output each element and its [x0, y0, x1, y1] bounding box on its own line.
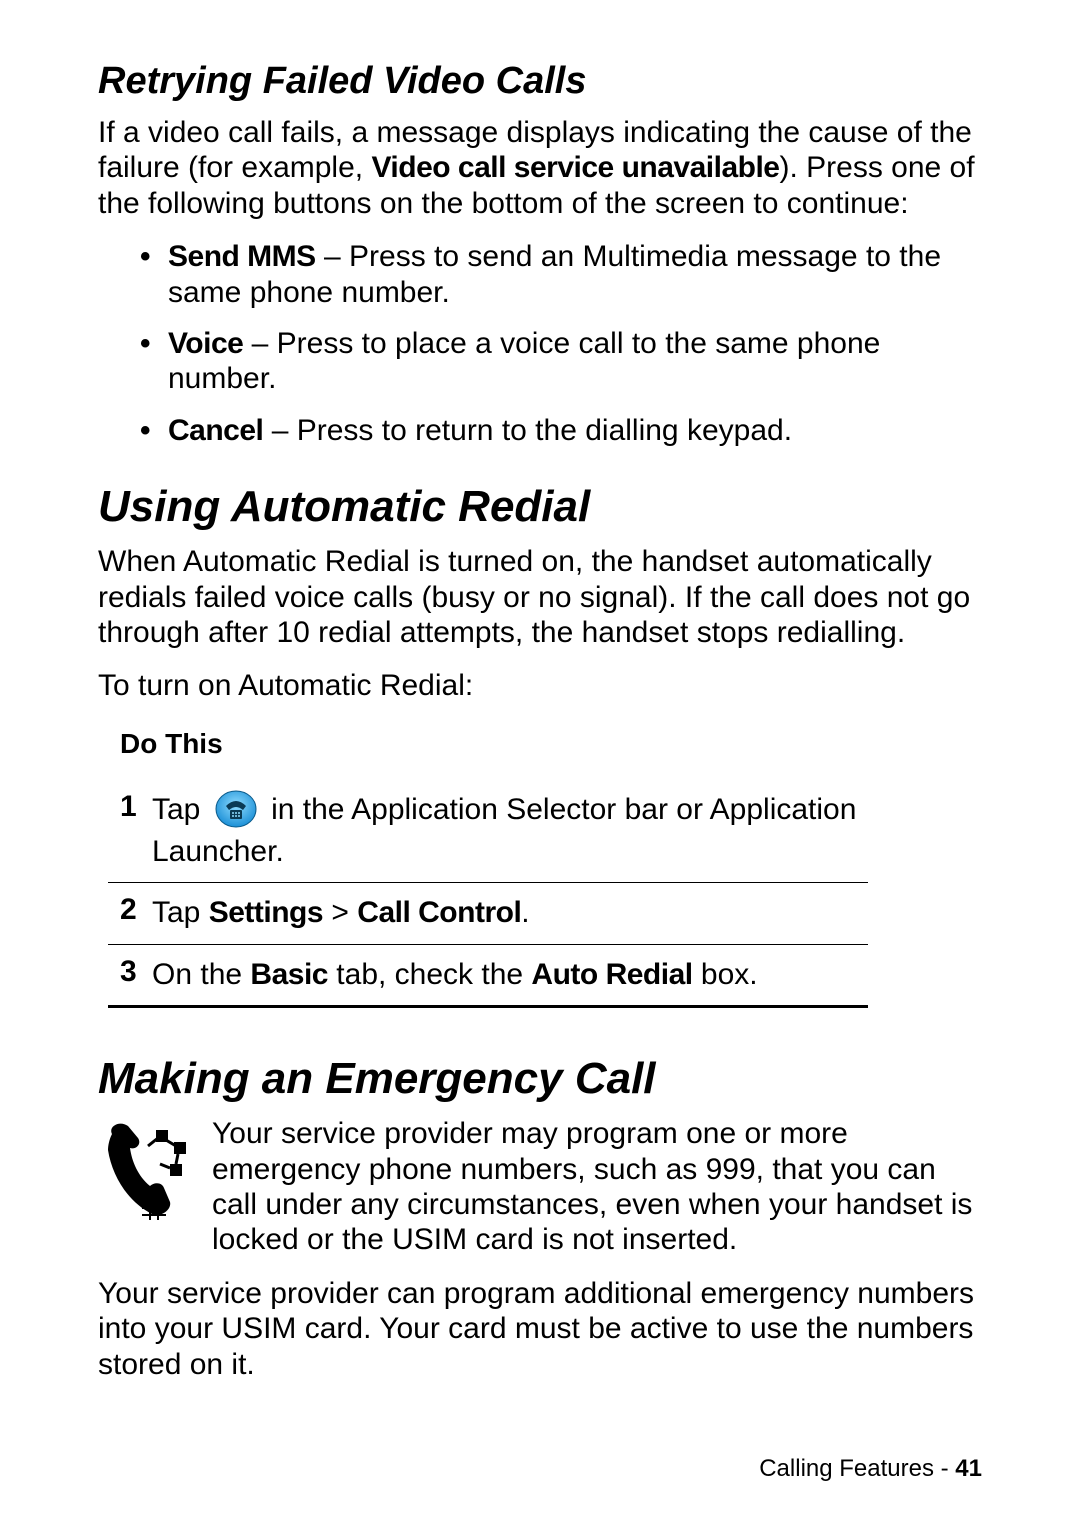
step-3-auto-redial: Auto Redial: [531, 958, 692, 991]
retry-intro-error-name: Video call service unavailable: [371, 151, 779, 184]
step-3-basic: Basic: [250, 958, 328, 991]
emergency-paragraph-2: Your service provider can program additi…: [98, 1276, 982, 1382]
step-3-mid: tab, check the: [328, 958, 531, 991]
retry-option-label: Voice: [168, 327, 243, 360]
auto-redial-lead-in: To turn on Automatic Redial:: [98, 668, 982, 703]
step-number: 1: [98, 790, 152, 824]
step-1-text: Tap: [152, 790, 982, 873]
steps-table: 1 Tap: [98, 780, 982, 1009]
page-footer: Calling Features - 41: [759, 1455, 982, 1483]
step-2-post: .: [521, 896, 529, 929]
phone-app-icon: [215, 788, 257, 830]
retry-option-text: – Press to place a voice call to the sam…: [168, 327, 880, 395]
handset-network-icon: [98, 1116, 188, 1226]
step-2-call-control: Call Control: [357, 896, 521, 929]
step-2-pre: Tap: [152, 896, 209, 929]
step-row: 2 Tap Settings > Call Control.: [98, 883, 982, 944]
retry-options-list: Send MMS – Press to send an Multimedia m…: [98, 239, 982, 448]
retry-option-text: – Press to return to the dialling keypad…: [263, 414, 792, 447]
heading-retrying-failed-video-calls: Retrying Failed Video Calls: [98, 60, 982, 103]
emergency-paragraph-1: Your service provider may program one or…: [212, 1116, 982, 1258]
step-row: 1 Tap: [98, 780, 982, 883]
step-separator-end: [108, 1005, 868, 1008]
step-number: 2: [98, 893, 152, 927]
footer-section-label: Calling Features -: [759, 1455, 955, 1482]
step-3-pre: On the: [152, 958, 250, 991]
step-row: 3 On the Basic tab, check the Auto Redia…: [98, 945, 982, 1006]
retry-option-voice: Voice – Press to place a voice call to t…: [168, 326, 982, 397]
step-2-settings: Settings: [209, 896, 323, 929]
heading-making-emergency-call: Making an Emergency Call: [98, 1054, 982, 1104]
manual-page: Retrying Failed Video Calls If a video c…: [0, 0, 1080, 1525]
step-3-post: box.: [693, 958, 758, 991]
step-1-post: in the Application Selector bar or Appli…: [152, 793, 856, 868]
retry-option-label: Send MMS: [168, 240, 316, 273]
footer-page-number: 41: [955, 1455, 982, 1482]
step-1-pre: Tap: [152, 793, 209, 826]
retry-intro-paragraph: If a video call fails, a message display…: [98, 115, 982, 221]
do-this-header: Do This: [120, 728, 982, 760]
step-number: 3: [98, 955, 152, 989]
emergency-block: Your service provider may program one or…: [98, 1116, 982, 1258]
heading-using-automatic-redial: Using Automatic Redial: [98, 482, 982, 532]
step-3-text: On the Basic tab, check the Auto Redial …: [152, 955, 982, 996]
retry-option-label: Cancel: [168, 414, 263, 447]
retry-option-cancel: Cancel – Press to return to the dialling…: [168, 413, 982, 448]
step-2-mid: >: [323, 896, 357, 929]
retry-option-send-mms: Send MMS – Press to send an Multimedia m…: [168, 239, 982, 310]
step-2-text: Tap Settings > Call Control.: [152, 893, 982, 934]
auto-redial-description: When Automatic Redial is turned on, the …: [98, 544, 982, 650]
